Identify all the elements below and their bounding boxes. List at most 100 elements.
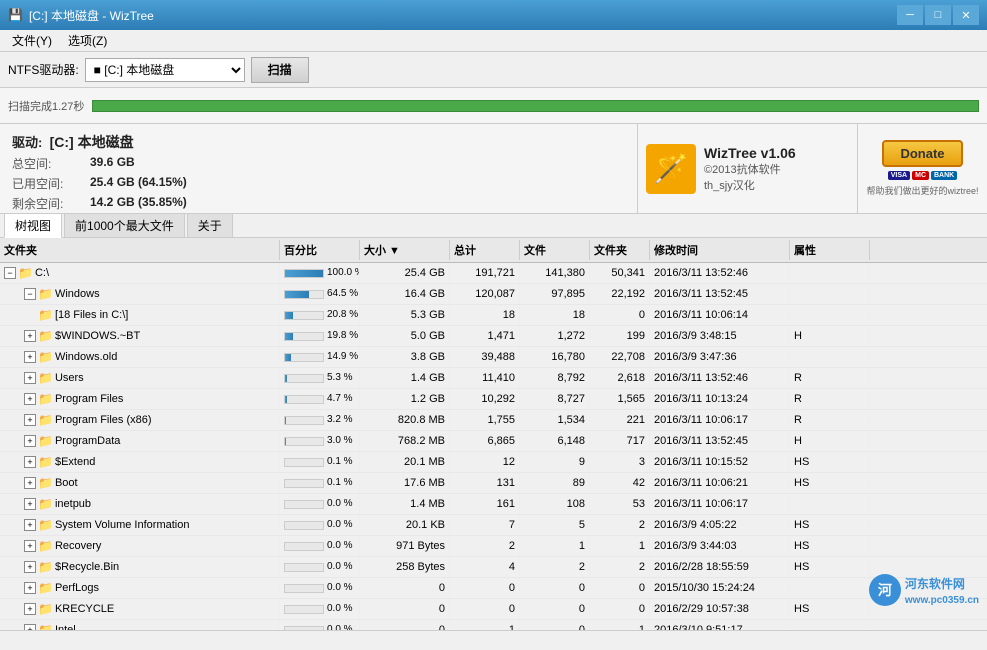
table-row[interactable]: + 📁 inetpub 0.0 % 1.4 MB 161 108 53 2016… — [0, 494, 987, 515]
main-content: 文件夹 百分比 大小 ▼ 总计 文件 文件夹 修改时间 属性 − 📁 C:\ 1… — [0, 238, 987, 630]
watermark-text: 河东软件网www.pc0359.cn — [905, 575, 979, 606]
size-cell: 971 Bytes — [360, 536, 450, 556]
col-modified[interactable]: 修改时间 — [650, 240, 790, 260]
tree-expander[interactable]: + — [24, 519, 36, 531]
attr-cell: HS — [790, 515, 870, 535]
percent-cell: 0.0 % — [280, 494, 360, 514]
maximize-button[interactable]: □ — [925, 5, 951, 25]
tree-expander[interactable]: + — [24, 540, 36, 552]
total-cell: 18 — [450, 305, 520, 325]
table-row[interactable]: + 📁 $Extend 0.1 % 20.1 MB 12 9 3 2016/3/… — [0, 452, 987, 473]
total-cell: 0 — [450, 599, 520, 619]
modified-cell: 2016/3/11 13:52:45 — [650, 284, 790, 304]
menu-options[interactable]: 选项(Z) — [60, 30, 115, 51]
minimize-button[interactable]: ─ — [897, 5, 923, 25]
folder-name-cell: + 📁 Recovery — [0, 536, 280, 556]
tree-expander[interactable]: + — [24, 393, 36, 405]
menu-file[interactable]: 文件(Y) — [4, 30, 60, 51]
tree-expander[interactable]: + — [24, 477, 36, 489]
col-files[interactable]: 文件 — [520, 240, 590, 260]
col-folder[interactable]: 文件夹 — [0, 240, 280, 260]
table-row[interactable]: + 📁 Program Files (x86) 3.2 % 820.8 MB 1… — [0, 410, 987, 431]
tree-expander[interactable]: + — [24, 582, 36, 594]
files-cell: 1,534 — [520, 410, 590, 430]
attr-cell — [790, 578, 870, 598]
table-row[interactable]: + 📁 $WINDOWS.~BT 19.8 % 5.0 GB 1,471 1,2… — [0, 326, 987, 347]
size-cell: 17.6 MB — [360, 473, 450, 493]
table-row[interactable]: − 📁 Windows 64.5 % 16.4 GB 120,087 97,89… — [0, 284, 987, 305]
tree-expander[interactable]: + — [24, 372, 36, 384]
table-row[interactable]: + 📁 $Recycle.Bin 0.0 % 258 Bytes 4 2 2 2… — [0, 557, 987, 578]
table-row[interactable]: − 📁 C:\ 100.0 % 25.4 GB 191,721 141,380 … — [0, 263, 987, 284]
folder-icon: 📁 — [38, 495, 53, 513]
drive-selector[interactable]: ■ [C:] 本地磁盘 — [85, 58, 245, 82]
percent-cell: 20.8 % — [280, 305, 360, 325]
total-space-row: 总空间: 39.6 GB — [12, 155, 625, 172]
modified-cell: 2016/3/11 10:06:17 — [650, 494, 790, 514]
percent-cell: 0.0 % — [280, 599, 360, 619]
col-size[interactable]: 大小 ▼ — [360, 240, 450, 260]
percent-bar-bg — [284, 269, 324, 278]
table-row[interactable]: + 📁 KRECYCLE 0.0 % 0 0 0 0 2016/2/29 10:… — [0, 599, 987, 620]
table-row[interactable]: + 📁 Windows.old 14.9 % 3.8 GB 39,488 16,… — [0, 347, 987, 368]
tree-expander[interactable]: + — [24, 351, 36, 363]
table-row[interactable]: 📁 [18 Files in C:\] 20.8 % 5.3 GB 18 18 … — [0, 305, 987, 326]
folder-name: Users — [55, 369, 84, 387]
folders-cell: 1 — [590, 620, 650, 630]
window-title: [C:] 本地磁盘 - WizTree — [29, 7, 897, 24]
tree-expander[interactable]: − — [4, 267, 16, 279]
table-row[interactable]: + 📁 Recovery 0.0 % 971 Bytes 2 1 1 2016/… — [0, 536, 987, 557]
tree-expander[interactable]: + — [24, 603, 36, 615]
tree-expander[interactable]: − — [24, 288, 36, 300]
folder-icon: 📁 — [38, 537, 53, 555]
table-row[interactable]: + 📁 Boot 0.1 % 17.6 MB 131 89 42 2016/3/… — [0, 473, 987, 494]
tree-expander[interactable]: + — [24, 561, 36, 573]
folder-name: Program Files (x86) — [55, 411, 152, 429]
tree-expander[interactable]: + — [24, 624, 36, 630]
total-cell: 4 — [450, 557, 520, 577]
percent-bar-bg — [284, 542, 324, 551]
total-cell: 131 — [450, 473, 520, 493]
attr-cell: HS — [790, 536, 870, 556]
folders-cell: 0 — [590, 305, 650, 325]
col-percent[interactable]: 百分比 — [280, 240, 360, 260]
tree-expander[interactable]: + — [24, 456, 36, 468]
donate-button[interactable]: Donate — [882, 140, 962, 167]
folders-cell: 2 — [590, 557, 650, 577]
table-row[interactable]: + 📁 ProgramData 3.0 % 768.2 MB 6,865 6,1… — [0, 431, 987, 452]
percent-value: 3.0 % — [327, 432, 353, 450]
percent-cell: 0.0 % — [280, 536, 360, 556]
folders-cell: 22,708 — [590, 347, 650, 367]
tree-expander[interactable]: + — [24, 414, 36, 426]
brand-info: WizTree v1.06 ©2013抗体软件 th_sjy汉化 — [704, 145, 796, 193]
attr-cell: HS — [790, 473, 870, 493]
brand-title: WizTree v1.06 — [704, 145, 796, 161]
folder-icon: 📁 — [38, 558, 53, 576]
folder-name: Intel — [55, 621, 76, 630]
percent-cell: 14.9 % — [280, 347, 360, 367]
total-cell: 6,865 — [450, 431, 520, 451]
files-cell: 0 — [520, 578, 590, 598]
table-row[interactable]: + 📁 Program Files 4.7 % 1.2 GB 10,292 8,… — [0, 389, 987, 410]
tab-about[interactable]: 关于 — [187, 213, 233, 237]
scan-button[interactable]: 扫描 — [251, 57, 309, 83]
table-row[interactable]: + 📁 System Volume Information 0.0 % 20.1… — [0, 515, 987, 536]
col-folders[interactable]: 文件夹 — [590, 240, 650, 260]
files-cell: 0 — [520, 620, 590, 630]
files-cell: 9 — [520, 452, 590, 472]
tab-tree-view[interactable]: 树视图 — [4, 213, 62, 238]
folder-name-cell: + 📁 System Volume Information — [0, 515, 280, 535]
close-button[interactable]: ✕ — [953, 5, 979, 25]
table-row[interactable]: + 📁 Intel 0.0 % 0 1 0 1 2016/3/10 9:51:1… — [0, 620, 987, 630]
table-row[interactable]: + 📁 PerfLogs 0.0 % 0 0 0 0 2015/10/30 15… — [0, 578, 987, 599]
tree-expander[interactable]: + — [24, 330, 36, 342]
col-attr[interactable]: 属性 — [790, 240, 870, 260]
total-cell: 0 — [450, 578, 520, 598]
tree-expander[interactable]: + — [24, 498, 36, 510]
folder-icon: 📁 — [38, 285, 53, 303]
col-total[interactable]: 总计 — [450, 240, 520, 260]
percent-bar-bg — [284, 500, 324, 509]
tab-top-files[interactable]: 前1000个最大文件 — [64, 213, 185, 237]
table-row[interactable]: + 📁 Users 5.3 % 1.4 GB 11,410 8,792 2,61… — [0, 368, 987, 389]
tree-expander[interactable]: + — [24, 435, 36, 447]
